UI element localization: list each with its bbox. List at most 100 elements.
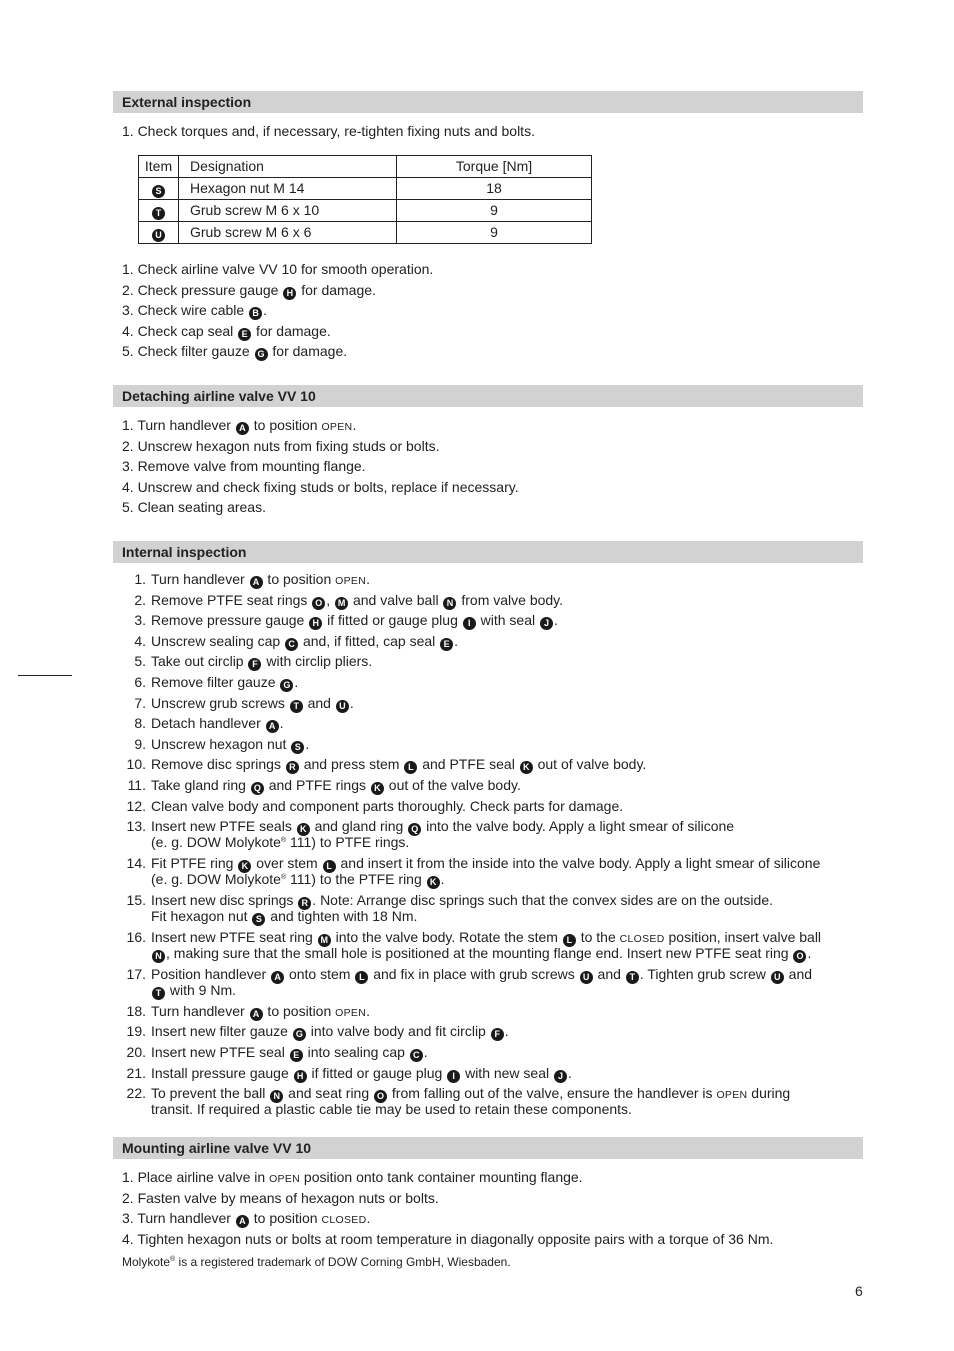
step-number: 18. (126, 1002, 146, 1019)
part-marker-icon: N (443, 596, 457, 610)
designation-cell: Grub screw M 6 x 6 (178, 221, 397, 244)
part-marker-icon: A (265, 720, 279, 734)
step-text: Unscrew grub screws T and U. (151, 694, 354, 713)
torque-table: Item Designation Torque [Nm] S Hexagon n… (138, 155, 592, 244)
step-text: Fit hexagon nut S and tighten with 18 Nm… (151, 908, 418, 927)
part-marker-icon: R (285, 761, 299, 775)
step-number: 2. (134, 591, 146, 608)
step-text: N, making sure that the small hole is po… (151, 945, 811, 964)
item-marker-icon: U (152, 229, 165, 242)
designation-cell: Grub screw M 6 x 10 (178, 199, 397, 222)
part-marker-icon: O (793, 950, 807, 964)
item-marker-icon: T (152, 207, 165, 220)
step-number: 13. (126, 818, 146, 835)
part-marker-icon: C (285, 637, 299, 651)
step-text: Remove disc springs R and press stem L a… (151, 756, 647, 775)
position-label: OPEN (269, 1173, 301, 1185)
trademark-footnote: Molykote® is a registered trademark of D… (122, 1255, 511, 1269)
item-marker-icon: S (152, 185, 165, 198)
step-text: transit. If required a plastic cable tie… (151, 1101, 632, 1118)
part-marker-icon: U (335, 699, 349, 713)
step-text: Take out circlip F with circlip pliers. (151, 653, 373, 672)
section-header-external-inspection: External inspection (113, 91, 863, 113)
step-text: Remove PTFE seat rings O, M and valve ba… (151, 591, 564, 610)
part-marker-icon: J (554, 1069, 568, 1083)
part-marker-icon: A (249, 576, 263, 589)
position-label: CLOSED (619, 932, 665, 945)
step-text: Remove filter gauze G. (151, 674, 299, 692)
step-number: 10. (126, 756, 146, 773)
step-text: Detach handlever A. (151, 715, 284, 734)
list-item: 3. Turn handlever A to position CLOSED. (122, 1210, 371, 1229)
torque-cell: 18 (396, 177, 592, 200)
registered-mark: ® (170, 1256, 176, 1263)
position-label: OPEN (716, 1089, 748, 1102)
table-header-row: Item Designation Torque [Nm] (138, 155, 592, 178)
list-item: 3. Remove valve from mounting flange. (122, 458, 366, 475)
header-item: Item (138, 155, 179, 178)
step-text: Clean valve body and component parts tho… (151, 797, 624, 814)
list-item: 5. Check filter gauze G for damage. (122, 343, 348, 362)
step-text: To prevent the ball N and seat ring O fr… (151, 1085, 791, 1104)
step-number: 12. (126, 797, 146, 814)
part-marker-icon: K (370, 782, 384, 795)
part-marker-icon: L (355, 970, 369, 984)
list-item: 2. Check pressure gauge H for damage. (122, 281, 376, 300)
step-text: Insert new PTFE seal E into sealing cap … (151, 1043, 428, 1062)
step-number: 16. (126, 928, 146, 945)
step-text: Insert new disc springs R. Note: Arrange… (151, 892, 774, 910)
page-number: 6 (855, 1283, 863, 1299)
part-marker-icon: O (312, 596, 326, 610)
list-item: 5. Clean seating areas. (122, 499, 266, 516)
step-number: 5. (134, 653, 146, 670)
part-marker-icon: F (490, 1028, 504, 1042)
part-marker-icon: A (271, 970, 285, 984)
registered-mark: ® (280, 874, 287, 882)
list-item: 1. Place airline valve in OPEN position … (122, 1169, 583, 1185)
part-marker-icon: Q (250, 782, 264, 795)
registered-mark: ® (280, 837, 287, 845)
step-text: (e. g. DOW Molykote® 111) to PTFE rings. (151, 834, 410, 851)
torque-cell: 9 (396, 221, 592, 244)
list-item: 4. Unscrew and check fixing studs or bol… (122, 478, 519, 495)
header-designation: Designation (178, 155, 397, 178)
step-number: 22. (126, 1085, 146, 1102)
section-header-mounting: Mounting airline valve VV 10 (113, 1137, 863, 1159)
step-text: Install pressure gauge H if fitted or ga… (151, 1064, 572, 1083)
part-marker-icon: N (152, 950, 165, 964)
table-row: U Grub screw M 6 x 6 9 (138, 221, 592, 244)
step-text: T with 9 Nm. (151, 982, 236, 1001)
part-marker-icon: K (426, 876, 440, 890)
list-item: 4. Check cap seal E for damage. (122, 322, 331, 341)
part-marker-icon: E (440, 637, 454, 651)
part-marker-icon: S (291, 740, 305, 754)
part-marker-icon: T (625, 970, 639, 984)
step-number: 4. (134, 632, 146, 649)
part-marker-icon: G (292, 1028, 306, 1042)
designation-cell: Hexagon nut M 14 (178, 177, 397, 200)
step-text: Take gland ring Q and PTFE rings K out o… (151, 777, 521, 795)
section-header-detaching: Detaching airline valve VV 10 (113, 385, 863, 407)
part-marker-icon: T (152, 987, 165, 1001)
part-marker-icon: A (235, 422, 249, 435)
part-marker-icon: M (335, 596, 349, 610)
step-text: Insert new PTFE seals K and gland ring Q… (151, 818, 735, 837)
step-text: Position handlever A onto stem L and fix… (151, 965, 813, 984)
section-header-internal-inspection: Internal inspection (113, 541, 863, 563)
step-text: Fit PTFE ring K over stem L and insert i… (151, 855, 821, 874)
list-item: 2. Unscrew hexagon nuts from fixing stud… (122, 437, 440, 454)
step-text: Unscrew hexagon nut S. (151, 735, 310, 754)
step-text: Remove pressure gauge H if fitted or gau… (151, 612, 558, 631)
position-label: OPEN (335, 1006, 367, 1019)
step-number: 20. (126, 1043, 146, 1060)
step-number: 1. (134, 571, 146, 587)
step-number: 11. (127, 777, 146, 793)
step-text: Turn handlever A to position OPEN. (151, 1002, 371, 1021)
step-text: Unscrew sealing cap C and, if fitted, ca… (151, 632, 459, 651)
list-item: 4. Tighten hexagon nuts or bolts at room… (122, 1230, 774, 1247)
part-marker-icon: K (519, 761, 533, 775)
part-marker-icon: T (289, 699, 303, 713)
part-marker-icon: U (770, 970, 784, 984)
list-item: 1. Check airline valve VV 10 for smooth … (122, 261, 434, 277)
list-item: 2. Fasten valve by means of hexagon nuts… (122, 1189, 439, 1206)
